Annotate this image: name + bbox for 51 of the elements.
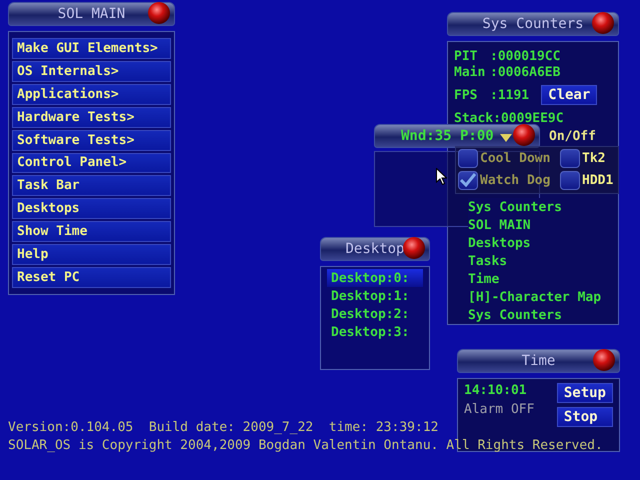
menu-item[interactable]: Help xyxy=(12,244,171,266)
checkbox-label: Cool Down xyxy=(480,150,550,166)
close-ball-icon[interactable] xyxy=(403,237,425,259)
counter-value: :1191 xyxy=(490,88,530,102)
menu-item[interactable]: Task Bar xyxy=(12,175,171,196)
checkbox[interactable] xyxy=(560,148,580,168)
mouse-pointer-icon xyxy=(436,168,447,185)
window-title: Time xyxy=(522,353,556,369)
window-title: Sys Counters xyxy=(482,16,584,32)
clear-button[interactable]: Clear xyxy=(541,85,598,105)
menu-item[interactable]: OS Internals> xyxy=(12,60,171,82)
checkbox[interactable] xyxy=(458,170,478,190)
on-off-label: On/Off xyxy=(549,129,596,144)
close-ball-icon[interactable] xyxy=(513,124,535,146)
checkbox[interactable] xyxy=(458,148,478,168)
menu-item[interactable]: Reset PC xyxy=(12,267,171,288)
checkbox-label: HDD1 xyxy=(582,172,614,188)
dropdown-caret-icon[interactable] xyxy=(500,134,512,142)
counter-label: Stack xyxy=(454,110,494,126)
menu-item[interactable]: Show Time xyxy=(12,221,171,242)
time-button[interactable]: Setup xyxy=(556,383,613,403)
window-title: Desktop xyxy=(345,241,404,257)
menu-item[interactable]: Control Panel> xyxy=(12,152,171,174)
menu-item[interactable]: Make GUI Elements> xyxy=(12,38,171,59)
counter-value: :0009EE9C xyxy=(493,110,564,126)
checkbox-label: Watch Dog xyxy=(480,172,550,188)
menu-item[interactable]: Applications> xyxy=(12,84,171,105)
alarm-status: Alarm OFF xyxy=(464,402,534,417)
checkbox-label: Tk2 xyxy=(582,150,606,166)
counter-label: Main xyxy=(454,64,486,80)
desktop-list-item[interactable]: Desktop:2: xyxy=(327,305,423,323)
close-ball-icon[interactable] xyxy=(593,349,615,371)
desktop-list-item[interactable]: Desktop:3: xyxy=(327,323,423,341)
counter-label: PIT xyxy=(454,48,478,64)
clock-time: 14:10:01 xyxy=(464,383,528,398)
menu-item[interactable]: Software Tests> xyxy=(12,130,171,151)
time-button[interactable]: Stop xyxy=(556,407,613,427)
counter-value: :000019CC xyxy=(490,48,560,64)
counter-value: :0006A6EB xyxy=(490,64,560,80)
checkbox[interactable] xyxy=(560,170,580,190)
menu-item[interactable]: Desktops xyxy=(12,198,171,220)
desktop-list-item[interactable]: Desktop:1: xyxy=(327,287,423,305)
version-text: Version:0.104.05 Build date: 2009_7_22 time: 23:39:12 xyxy=(8,420,440,435)
counter-label: FPS xyxy=(454,88,478,102)
close-ball-icon[interactable] xyxy=(592,12,614,34)
close-ball-icon[interactable] xyxy=(148,2,170,24)
window-title: SOL MAIN xyxy=(58,6,126,22)
window-title: Wnd:35 P:00 xyxy=(401,128,494,144)
desktop-list-item[interactable]: Desktop:0: xyxy=(327,269,423,287)
copyright-text: SOLAR_OS is Copyright 2004,2009 Bogdan Valentin Ontanu. All Rights Reserved. xyxy=(8,438,603,453)
menu-item[interactable]: Hardware Tests> xyxy=(12,106,171,128)
